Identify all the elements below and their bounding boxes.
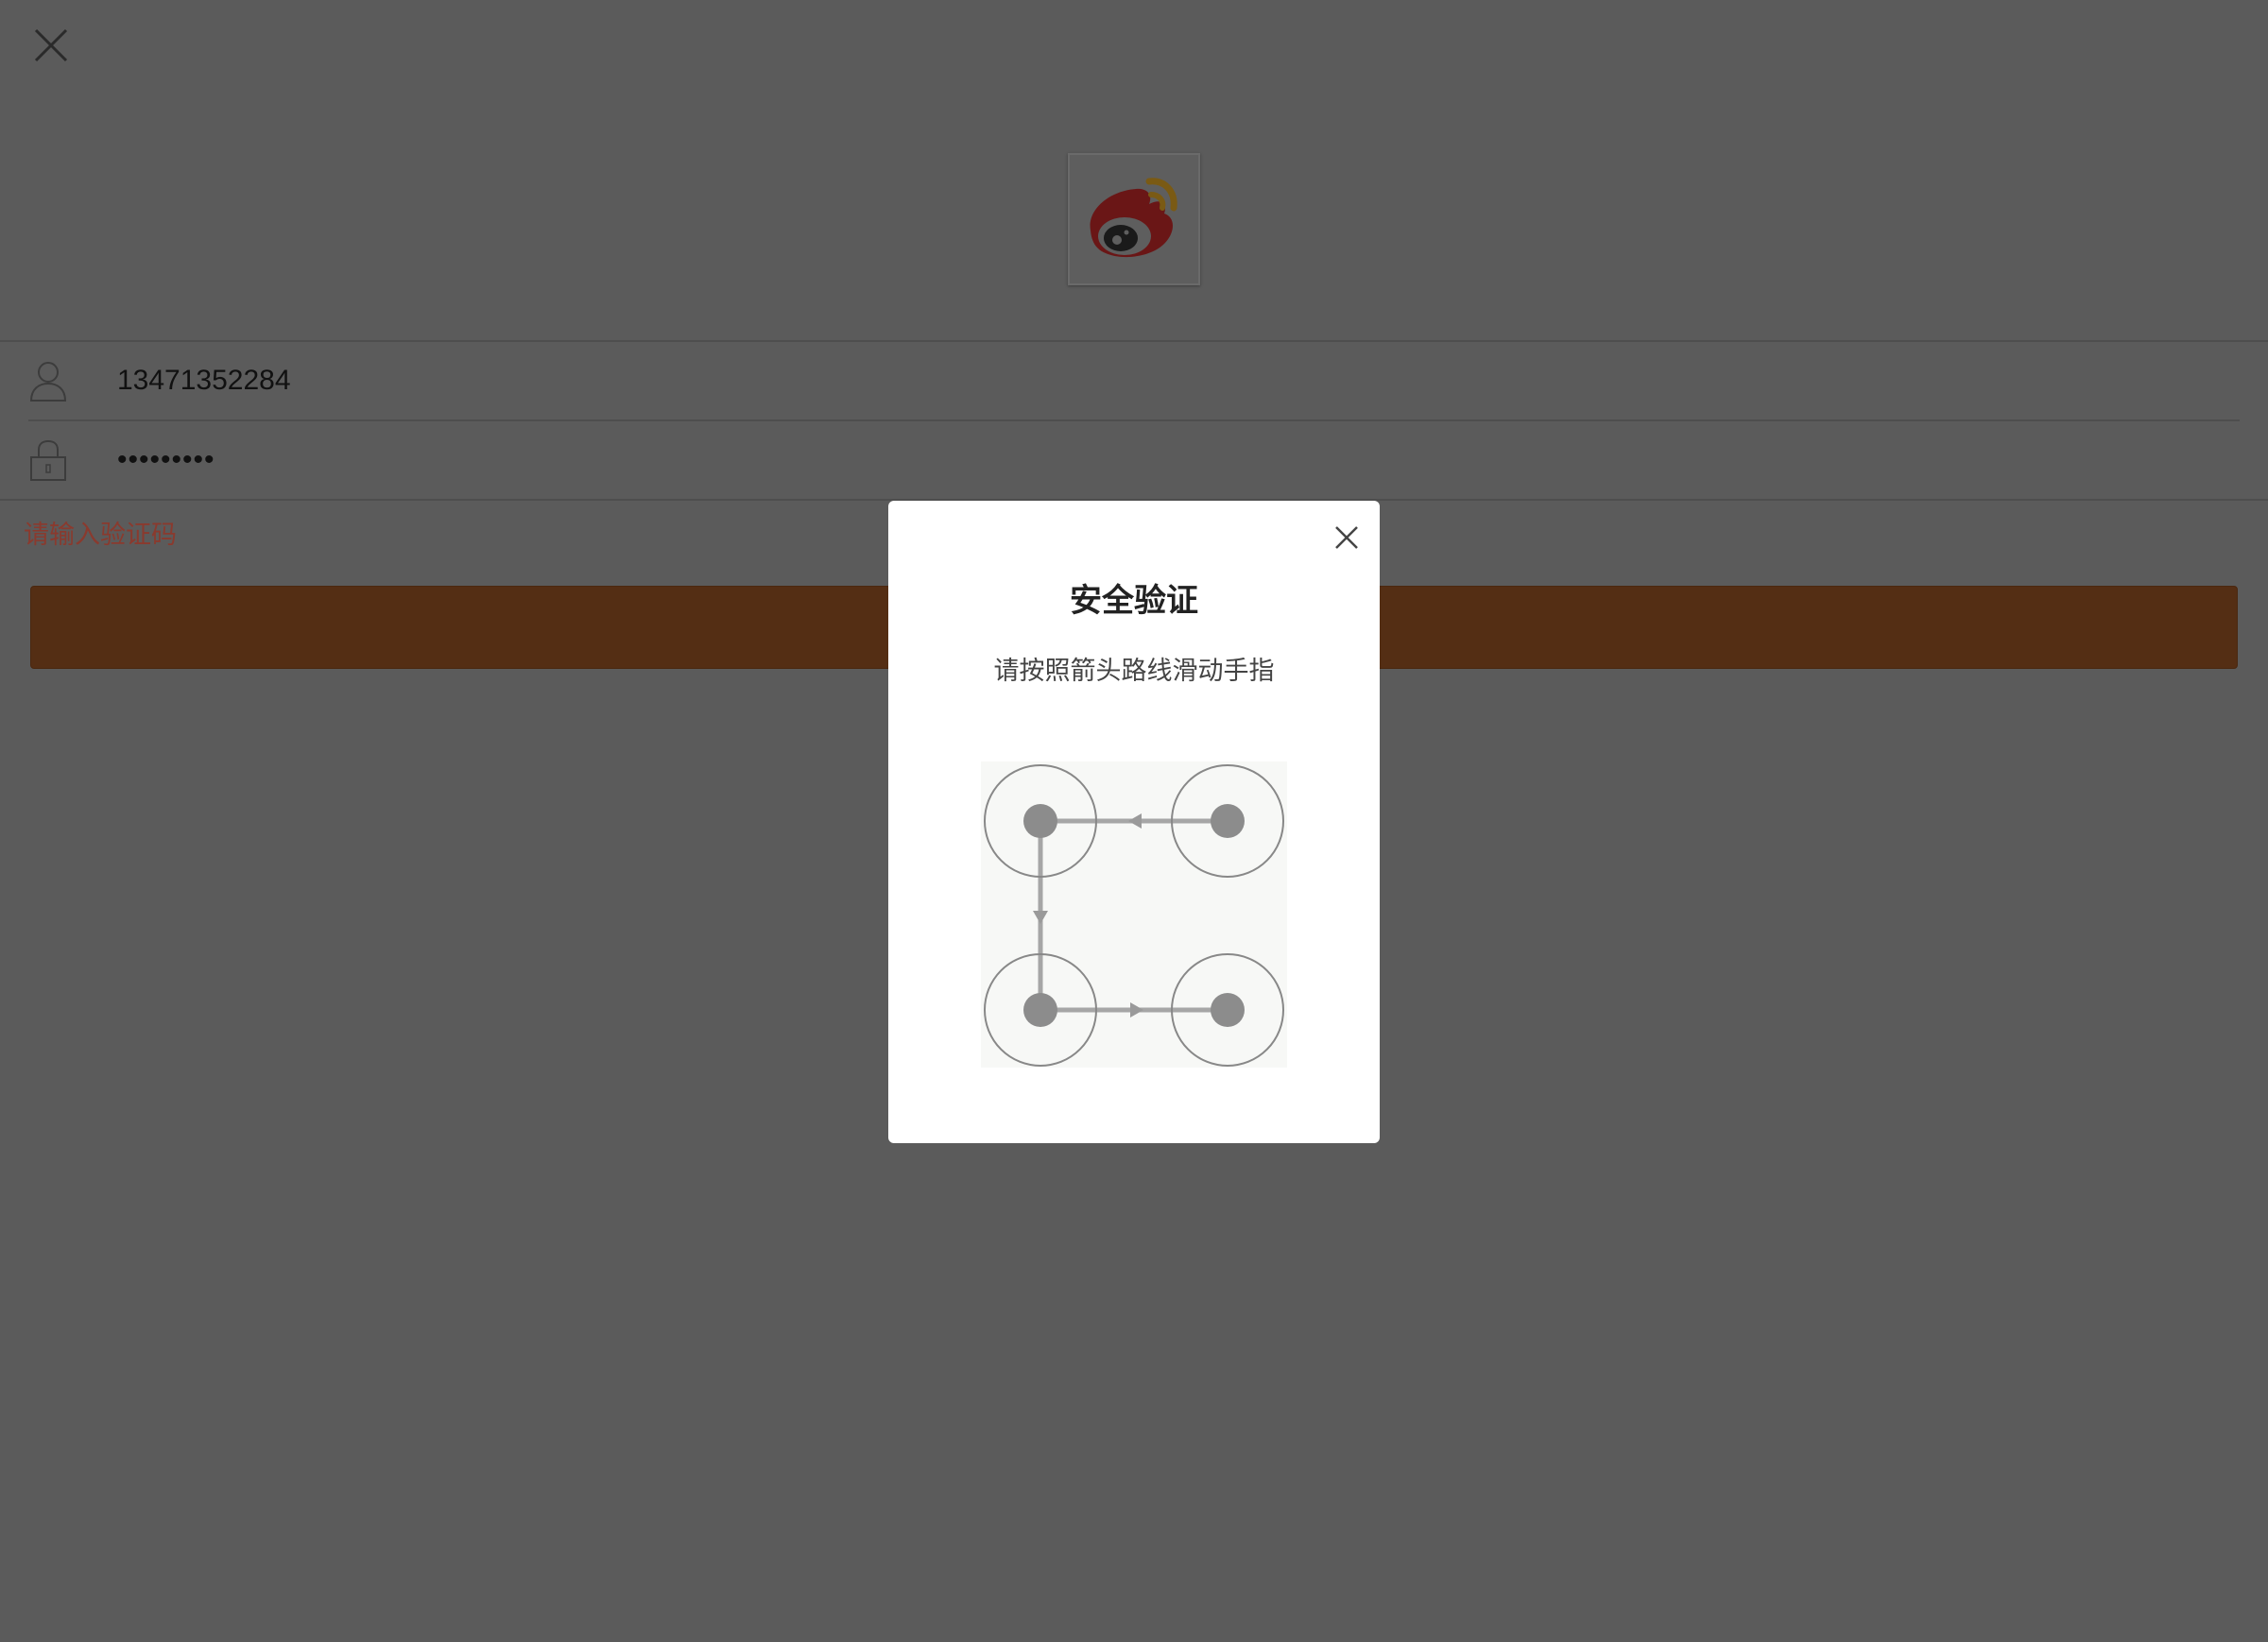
dialog-instruction: 请按照箭头路线滑动手指 (993, 657, 1275, 686)
captcha-hint[interactable]: 请输入验证码 (24, 514, 177, 551)
lock-icon (28, 438, 68, 482)
username-row: 13471352284 (0, 342, 2268, 419)
dialog-title: 安全验证 (1070, 582, 1198, 620)
security-verification-dialog: 安全验证 请按照箭头路线滑动手指 (888, 501, 1380, 1143)
username-field[interactable]: 13471352284 (117, 361, 1818, 401)
close-icon[interactable] (32, 26, 70, 64)
pattern-lock[interactable] (981, 761, 1287, 1068)
user-icon (28, 359, 68, 402)
password-field[interactable]: ••••••••• (117, 440, 1818, 480)
weibo-logo (1068, 153, 1200, 285)
login-page: 13471352284 ••••••••• 请输入验证码 安全验证 请按照箭头路… (0, 0, 2268, 1642)
close-icon[interactable] (1332, 523, 1361, 552)
password-row: ••••••••• (0, 421, 2268, 499)
